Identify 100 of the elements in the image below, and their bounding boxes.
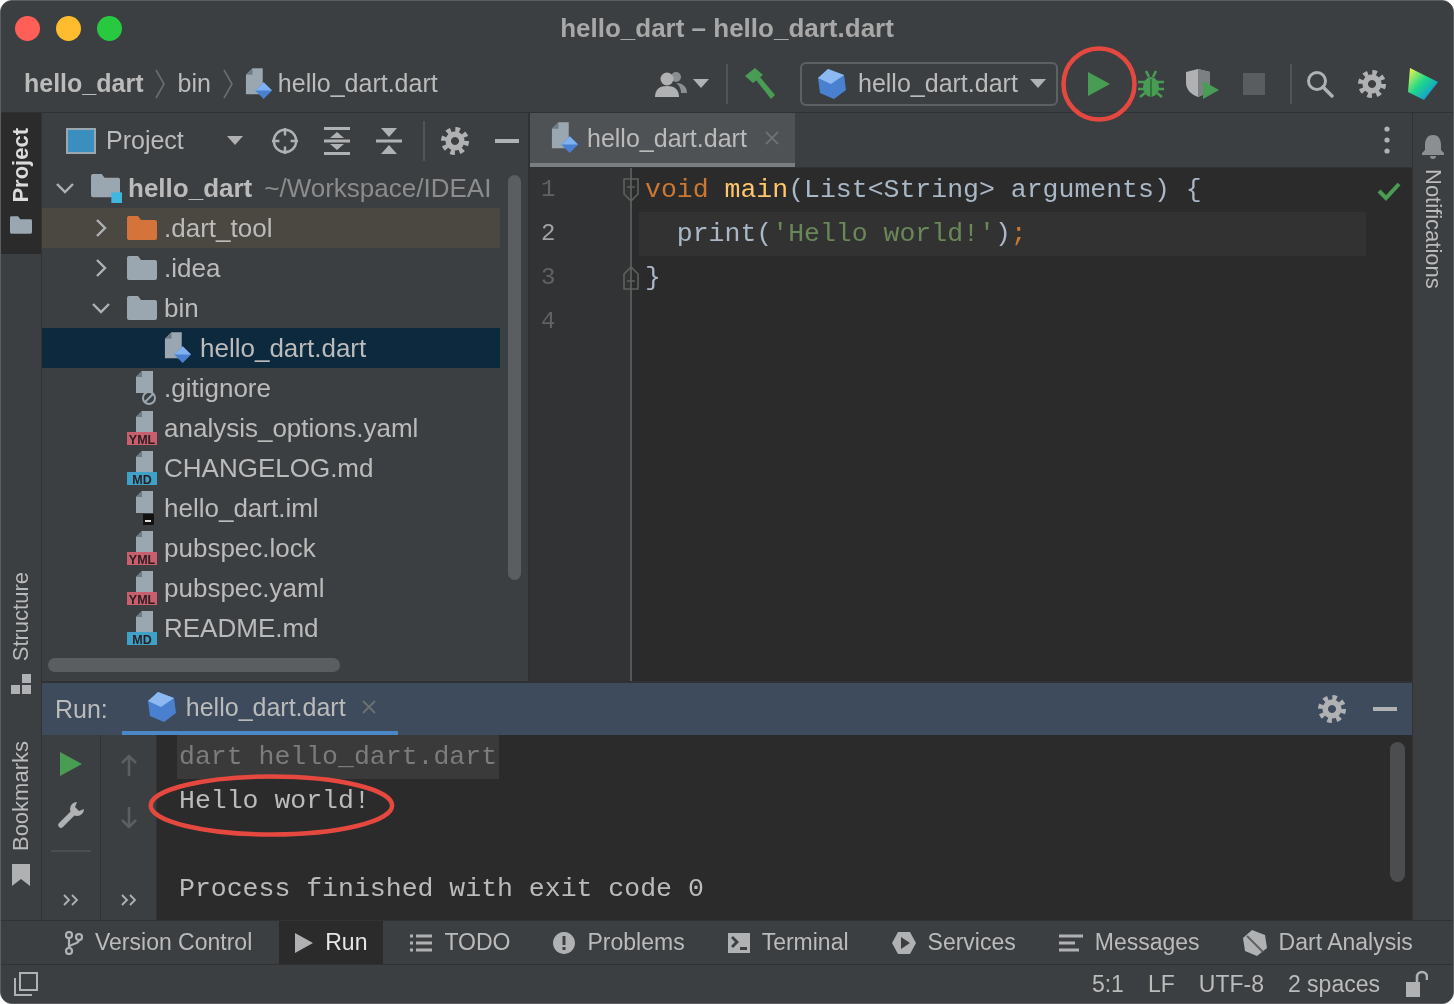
chevron-icon bbox=[222, 68, 233, 99]
folder-icon bbox=[127, 216, 157, 240]
expand-all-icon[interactable] bbox=[323, 126, 350, 155]
tool-window-button[interactable]: Terminal bbox=[711, 921, 865, 964]
hexagon-slash-icon bbox=[1242, 929, 1267, 956]
code-line: } bbox=[644, 262, 662, 295]
bug-icon[interactable] bbox=[1137, 68, 1165, 99]
users-icon[interactable] bbox=[655, 70, 687, 97]
fold-marker-icon[interactable] bbox=[623, 178, 639, 202]
folder-icon bbox=[10, 215, 32, 234]
path-label: ~/Workspace/IDEAI bbox=[264, 172, 492, 204]
tool-window-button[interactable]: TODO bbox=[394, 921, 527, 964]
double-chevron-icon[interactable] bbox=[120, 894, 137, 906]
file-icon bbox=[551, 122, 579, 154]
chevron-down-icon[interactable] bbox=[91, 302, 111, 314]
app-logo-icon[interactable] bbox=[1408, 67, 1438, 100]
tool-window-button[interactable]: Messages bbox=[1042, 921, 1216, 964]
tool-window-button[interactable]: Services bbox=[875, 921, 1032, 964]
tree-item[interactable]: .gitignore bbox=[42, 368, 500, 408]
cube-icon bbox=[818, 68, 846, 99]
zoom-button[interactable] bbox=[97, 15, 122, 41]
chevron-right-icon[interactable] bbox=[95, 218, 107, 238]
tool-window-button[interactable]: Dart Analysis bbox=[1226, 921, 1429, 964]
search-icon[interactable] bbox=[1306, 69, 1334, 98]
run-icon[interactable] bbox=[60, 752, 82, 776]
status-item[interactable]: UTF-8 bbox=[1198, 970, 1264, 998]
chevron-icon bbox=[155, 68, 166, 99]
tool-window-tab[interactable]: Notifications bbox=[1413, 113, 1453, 303]
caret-icon bbox=[1029, 79, 1046, 88]
play-icon bbox=[295, 932, 314, 953]
file-icon bbox=[164, 332, 192, 364]
tool-window-tab[interactable]: Project bbox=[1, 113, 41, 254]
tree-item[interactable]: YML pubspec.yaml bbox=[42, 568, 500, 608]
double-chevron-icon[interactable] bbox=[63, 894, 79, 906]
minimize-button[interactable] bbox=[56, 15, 81, 41]
tree-item[interactable]: bin bbox=[42, 288, 500, 328]
status-item[interactable]: LF bbox=[1147, 970, 1175, 998]
settings-icon[interactable] bbox=[1358, 69, 1386, 98]
tool-window-tab[interactable]: Bookmarks bbox=[1, 725, 41, 906]
chevron-right-icon[interactable] bbox=[95, 258, 107, 278]
tree-item[interactable]: MD CHANGELOG.md bbox=[42, 448, 500, 488]
panel-icon bbox=[66, 127, 96, 154]
collapse-all-icon[interactable] bbox=[375, 126, 402, 155]
tree-item[interactable]: .dart_tool bbox=[42, 208, 500, 248]
status-item[interactable]: 5:1 bbox=[1091, 970, 1124, 998]
window-title: hello_dart – hello_dart.dart bbox=[560, 12, 894, 44]
folder-icon bbox=[127, 256, 157, 280]
run-icon[interactable] bbox=[1088, 71, 1110, 96]
more-icon[interactable] bbox=[1384, 126, 1390, 154]
line-number: 2 bbox=[540, 219, 557, 249]
tree-item[interactable]: YML pubspec.lock bbox=[42, 528, 500, 568]
hammer-icon[interactable] bbox=[743, 67, 775, 100]
tree-item[interactable]: hello_dart ~/Workspace/IDEAI bbox=[42, 168, 500, 208]
editor-tab[interactable]: hello_dart.dart bbox=[530, 113, 795, 167]
tool-window-button[interactable]: Version Control bbox=[49, 921, 269, 964]
run-panel-title: Run: bbox=[55, 694, 108, 724]
console-line: Hello world! bbox=[179, 786, 370, 816]
panel-toggle-icon[interactable] bbox=[14, 972, 38, 996]
run-configuration-dropdown[interactable]: hello_dart.dart bbox=[800, 61, 1058, 106]
list-icon bbox=[410, 933, 433, 952]
tree-item[interactable]: hello_dart.iml bbox=[42, 488, 500, 528]
terminal-icon bbox=[727, 932, 750, 953]
breadcrumb[interactable]: hello_dart bbox=[24, 69, 144, 98]
lines-icon bbox=[1058, 933, 1083, 952]
project-view-dropdown[interactable]: Project bbox=[66, 126, 243, 155]
status-item[interactable]: 2 spaces bbox=[1287, 970, 1380, 998]
locate-icon[interactable] bbox=[270, 126, 299, 155]
project-folder-icon bbox=[90, 173, 122, 203]
bell-icon bbox=[1422, 135, 1444, 159]
tool-window-tab[interactable]: Structure bbox=[1, 556, 41, 714]
vertical-scrollbar[interactable] bbox=[507, 175, 521, 580]
wrench-icon[interactable] bbox=[57, 801, 85, 829]
caret-icon bbox=[226, 136, 243, 145]
breadcrumb[interactable]: hello_dart.dart bbox=[244, 67, 438, 100]
branch-icon bbox=[65, 930, 83, 955]
tree-item[interactable]: .idea bbox=[42, 248, 500, 288]
console-command: dart hello_dart.dart bbox=[177, 735, 500, 779]
close-button[interactable] bbox=[15, 15, 40, 41]
shield-play-icon[interactable] bbox=[1185, 68, 1219, 99]
bookmark-icon bbox=[12, 864, 30, 886]
tool-window-button[interactable]: Problems bbox=[537, 921, 701, 964]
tree-item[interactable]: hello_dart.dart bbox=[42, 328, 500, 368]
vertical-scrollbar[interactable] bbox=[1390, 742, 1405, 882]
chevron-down-icon[interactable] bbox=[55, 182, 75, 194]
breadcrumb[interactable]: bin bbox=[177, 69, 211, 98]
minimize-icon[interactable] bbox=[494, 138, 519, 143]
tree-item[interactable]: MD README.md bbox=[42, 608, 500, 648]
code-line: void main(List<String> arguments) { bbox=[644, 174, 1203, 207]
settings-icon[interactable] bbox=[1318, 695, 1346, 723]
horizontal-scrollbar[interactable] bbox=[48, 658, 340, 672]
caret-icon bbox=[693, 79, 709, 88]
console-line: Process finished with exit code 0 bbox=[179, 874, 704, 904]
settings-icon[interactable] bbox=[440, 126, 469, 155]
tool-window-button[interactable]: Run bbox=[279, 921, 384, 964]
cube-icon bbox=[147, 692, 176, 722]
file-icon bbox=[244, 67, 273, 100]
folder-icon bbox=[127, 296, 157, 320]
unlocked-icon[interactable] bbox=[1404, 970, 1428, 998]
tree-item[interactable]: YML analysis_options.yaml bbox=[42, 408, 500, 448]
fold-marker-icon[interactable] bbox=[623, 266, 639, 290]
